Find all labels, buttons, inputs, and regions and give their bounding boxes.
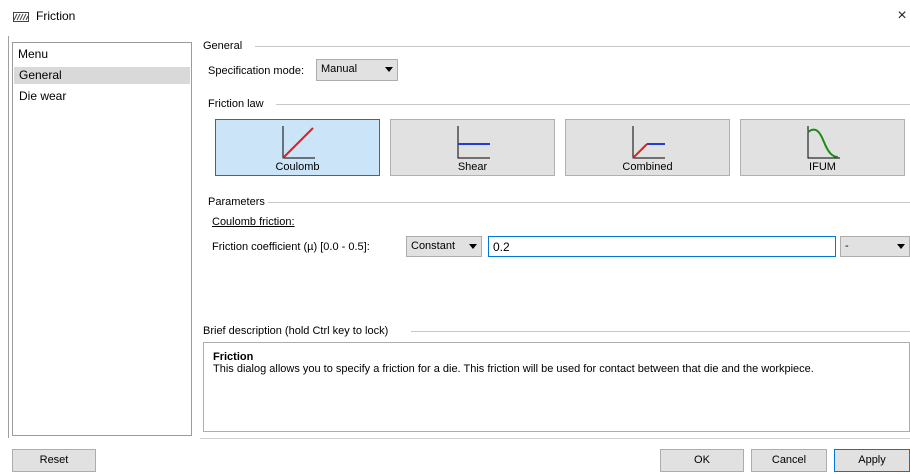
- friction-app-icon: [13, 12, 29, 22]
- coulomb-icon: [282, 126, 315, 159]
- cancel-button[interactable]: Cancel: [751, 449, 827, 472]
- coefficient-type-select[interactable]: Constant: [406, 236, 482, 257]
- spec-mode-value: Manual: [321, 63, 358, 75]
- bottom-separator: [200, 438, 910, 439]
- description-text: This dialog allows you to specify a fric…: [213, 363, 814, 375]
- menu-item-general[interactable]: General: [14, 67, 190, 84]
- friction-law-section-label: Friction law: [208, 98, 268, 110]
- description-divider: [411, 331, 910, 332]
- combined-icon: [632, 126, 665, 159]
- window-title: Friction: [36, 9, 76, 23]
- unit-select[interactable]: -: [840, 236, 910, 257]
- combined-label: Combined: [622, 161, 673, 173]
- spec-mode-label: Specification mode:: [208, 65, 304, 77]
- ok-button[interactable]: OK: [660, 449, 744, 472]
- ifum-label: IFUM: [809, 161, 836, 173]
- coulomb-friction-heading: Coulomb friction:: [212, 216, 295, 228]
- friction-coefficient-value: 0.2: [493, 240, 510, 254]
- window-left-border: [8, 36, 9, 438]
- combined-button[interactable]: Combined: [565, 119, 730, 176]
- coulomb-button[interactable]: Coulomb: [215, 119, 380, 176]
- menu-header: Menu: [18, 47, 49, 61]
- general-section-label: General: [203, 40, 247, 52]
- spec-mode-select[interactable]: Manual: [316, 59, 398, 81]
- coefficient-type-value: Constant: [411, 240, 456, 252]
- friction-law-divider: [276, 104, 910, 105]
- title-bar: [0, 0, 910, 34]
- parameters-section-label: Parameters: [208, 196, 269, 208]
- reset-button[interactable]: Reset: [12, 449, 96, 472]
- unit-value: -: [845, 240, 849, 252]
- chevron-down-icon: [469, 244, 477, 249]
- general-divider: [255, 46, 910, 47]
- chevron-down-icon: [897, 244, 905, 249]
- shear-button[interactable]: Shear: [390, 119, 555, 176]
- friction-coefficient-label: Friction coefficient (µ) [0.0 - 0.5]:: [212, 241, 370, 253]
- chevron-down-icon: [385, 67, 393, 72]
- description-title: Friction: [213, 351, 254, 363]
- shear-label: Shear: [457, 161, 488, 173]
- close-icon[interactable]: ×: [894, 6, 910, 26]
- coulomb-label: Coulomb: [275, 161, 320, 173]
- ifum-button[interactable]: IFUM: [740, 119, 905, 176]
- shear-icon: [457, 126, 490, 159]
- menu-panel: Menu General Die wear: [12, 42, 192, 436]
- ifum-icon: [807, 126, 840, 159]
- friction-coefficient-input[interactable]: 0.2: [488, 236, 836, 257]
- apply-button[interactable]: Apply: [834, 449, 910, 472]
- menu-item-die-wear[interactable]: Die wear: [14, 88, 190, 105]
- description-section-label: Brief description (hold Ctrl key to lock…: [203, 325, 393, 337]
- parameters-divider: [268, 202, 910, 203]
- description-box: Friction This dialog allows you to speci…: [203, 342, 910, 432]
